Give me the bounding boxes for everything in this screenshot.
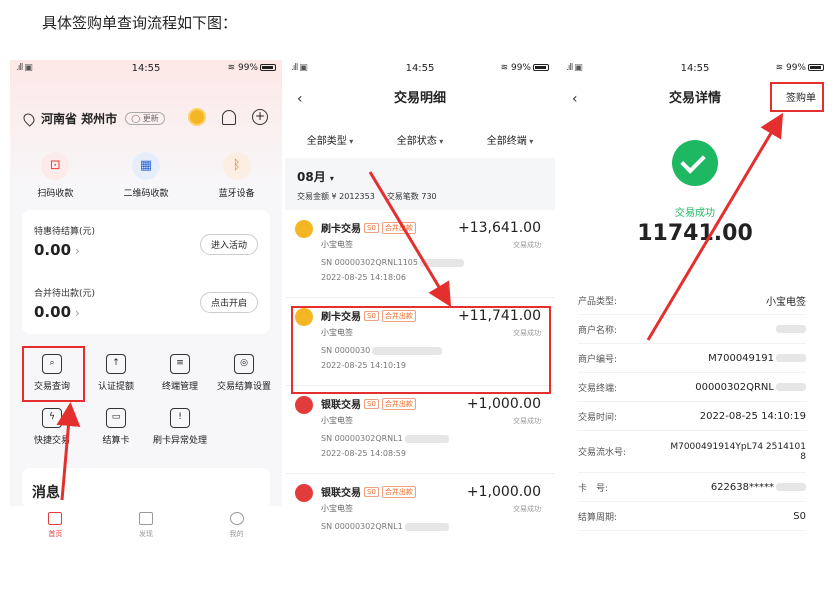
detail-row: 商户编号: M700049191: [578, 344, 806, 373]
join-activity-button[interactable]: 进入活动: [199, 234, 258, 255]
highlight-box: [22, 346, 85, 402]
tab-home[interactable]: 首页: [25, 512, 85, 550]
home-screen: .ıll ▣ 14:55 ≋ 99% 河南省 郑州市 ◯ 更新 + ⊡ 扫码收款 …: [10, 60, 282, 550]
settlement-settings-button[interactable]: ◎ 交易结算设置: [212, 348, 276, 402]
lightning-icon: ϟ: [42, 408, 62, 428]
alert-icon: !: [170, 408, 190, 428]
terminal-manage-button[interactable]: ≡ 终端管理: [148, 348, 212, 402]
status-bar: .ıll ▣ 14:55 ≋ 99%: [10, 60, 282, 78]
filter-status[interactable]: 全部状态: [397, 132, 444, 147]
month-selector[interactable]: 08月 ▾: [285, 158, 555, 185]
detail-list: 产品类型: 小宝电签 商户名称: 商户编号: M700049191 交易终端: 000…: [578, 286, 806, 531]
tab-bar: 首页 发现 我的: [10, 506, 282, 550]
upload-icon: ↑: [106, 354, 126, 374]
scan-icon: ⊡: [41, 152, 70, 180]
detail-row: 交易终端: 00000302QRNL: [578, 373, 806, 402]
filter-type[interactable]: 全部类型: [307, 132, 354, 147]
page-caption: 具体签购单查询流程如下图：: [42, 14, 238, 32]
tab-profile[interactable]: 我的: [207, 512, 267, 550]
message-card[interactable]: 消息: [22, 468, 270, 508]
wifi-icon: ≋: [775, 63, 786, 73]
transaction-list-screen: .ıll ▣ 14:55 ≋ 99% ‹ 交易明细 全部类型 全部状态 全部终端…: [285, 60, 555, 550]
chevron-down-icon: ▾: [329, 174, 334, 183]
quick-trade-button[interactable]: ϟ 快捷交易: [20, 402, 84, 456]
wifi-icon: ≋: [500, 63, 511, 73]
user-icon: [229, 512, 244, 525]
status-bar: .ıll ▣ 14:55 ≋ 99%: [285, 60, 555, 78]
detail-row: 产品类型: 小宝电签: [578, 286, 806, 315]
add-icon[interactable]: +: [252, 109, 268, 125]
unionpay-icon: [295, 484, 313, 502]
list-item[interactable]: 银联交易 S0 合并出款 +1,000.00 交易成功 小宝电签 SN 000003…: [285, 474, 555, 550]
enable-button[interactable]: 点击开启: [199, 292, 258, 313]
qr-code-icon: ▦: [131, 152, 160, 180]
filter-bar: 全部类型 全部状态 全部终端: [285, 120, 555, 158]
update-location-button[interactable]: ◯ 更新: [125, 112, 165, 125]
back-icon[interactable]: ‹: [297, 78, 303, 120]
unionpay-icon: [295, 396, 313, 414]
quick-actions: ⊡ 扫码收款 ▦ 二维码收款 ᛒ 蓝牙设备: [10, 152, 282, 199]
list-item[interactable]: 刷卡交易 S0 合并出款 +13,641.00 交易成功 小宝电签 SN 00000…: [285, 210, 555, 298]
balance-card: 特惠待结算(元) 0.00 › 进入活动 合并待出款(元) 0.00 › 点击开启: [22, 210, 270, 334]
qr-pay-button[interactable]: ▦ 二维码收款: [111, 152, 181, 199]
page-title: 交易明细: [393, 91, 446, 106]
tab-discover[interactable]: 发现: [116, 512, 176, 550]
gift-icon: [138, 512, 153, 525]
settings-icon: ◎: [234, 354, 254, 374]
amount-value: 11741.00: [637, 221, 753, 246]
detail-row: 交易时间: 2022-08-25 14:10:19: [578, 402, 806, 431]
transaction-detail-screen: .ıll ▣ 14:55 ≋ 99% ‹ 交易详情 签购单 交易成功 11741…: [560, 60, 830, 550]
terminal-icon: ≡: [170, 354, 190, 374]
home-icon: [48, 512, 63, 525]
nav-bar: ‹ 交易明细: [285, 78, 555, 120]
chevron-right-icon: ›: [75, 244, 80, 258]
card-exception-button[interactable]: ! 刷卡异常处理: [148, 402, 212, 456]
bluetooth-device-button[interactable]: ᛒ 蓝牙设备: [202, 152, 272, 199]
success-label: 交易成功: [675, 208, 715, 219]
summary: 交易金额 ¥ 2012353 交易笔数 730: [297, 192, 437, 201]
filter-terminal[interactable]: 全部终端: [487, 132, 534, 147]
page-title: 交易详情: [668, 91, 721, 106]
detail-row: 商户名称:: [578, 315, 806, 344]
card-swipe-icon: [295, 220, 313, 238]
coin-icon[interactable]: [188, 108, 206, 126]
wifi-icon: ≋: [227, 63, 238, 73]
settlement-card-button[interactable]: ▭ 结算卡: [84, 402, 148, 456]
location-pin-icon: [21, 110, 37, 127]
bluetooth-icon: ᛒ: [222, 152, 251, 180]
battery-icon: [533, 64, 549, 71]
auth-limit-button[interactable]: ↑ 认证提额: [84, 348, 148, 402]
detail-row: 卡 号: 622638*****: [578, 473, 806, 502]
list-item[interactable]: 银联交易 S0 合并出款 +1,000.00 交易成功 小宝电签 SN 000003…: [285, 386, 555, 474]
location-selector[interactable]: 河南省 郑州市 ◯ 更新: [21, 110, 165, 127]
scan-pay-button[interactable]: ⊡ 扫码收款: [20, 152, 90, 199]
success-check-icon: [672, 140, 718, 186]
status-bar: .ıll ▣ 14:55 ≋ 99%: [560, 60, 830, 78]
card-icon: ▭: [106, 408, 126, 428]
detail-row: 结算周期: S0: [578, 502, 806, 531]
bell-icon[interactable]: [222, 109, 236, 125]
back-icon[interactable]: ‹: [572, 78, 578, 120]
battery-icon: [808, 64, 824, 71]
highlight-box: [770, 82, 824, 112]
chevron-right-icon: ›: [75, 306, 80, 320]
battery-icon: [260, 64, 276, 71]
detail-row: 交易流水号: M7000491914YpL74 25141018: [578, 431, 806, 473]
highlight-box: [291, 306, 551, 394]
